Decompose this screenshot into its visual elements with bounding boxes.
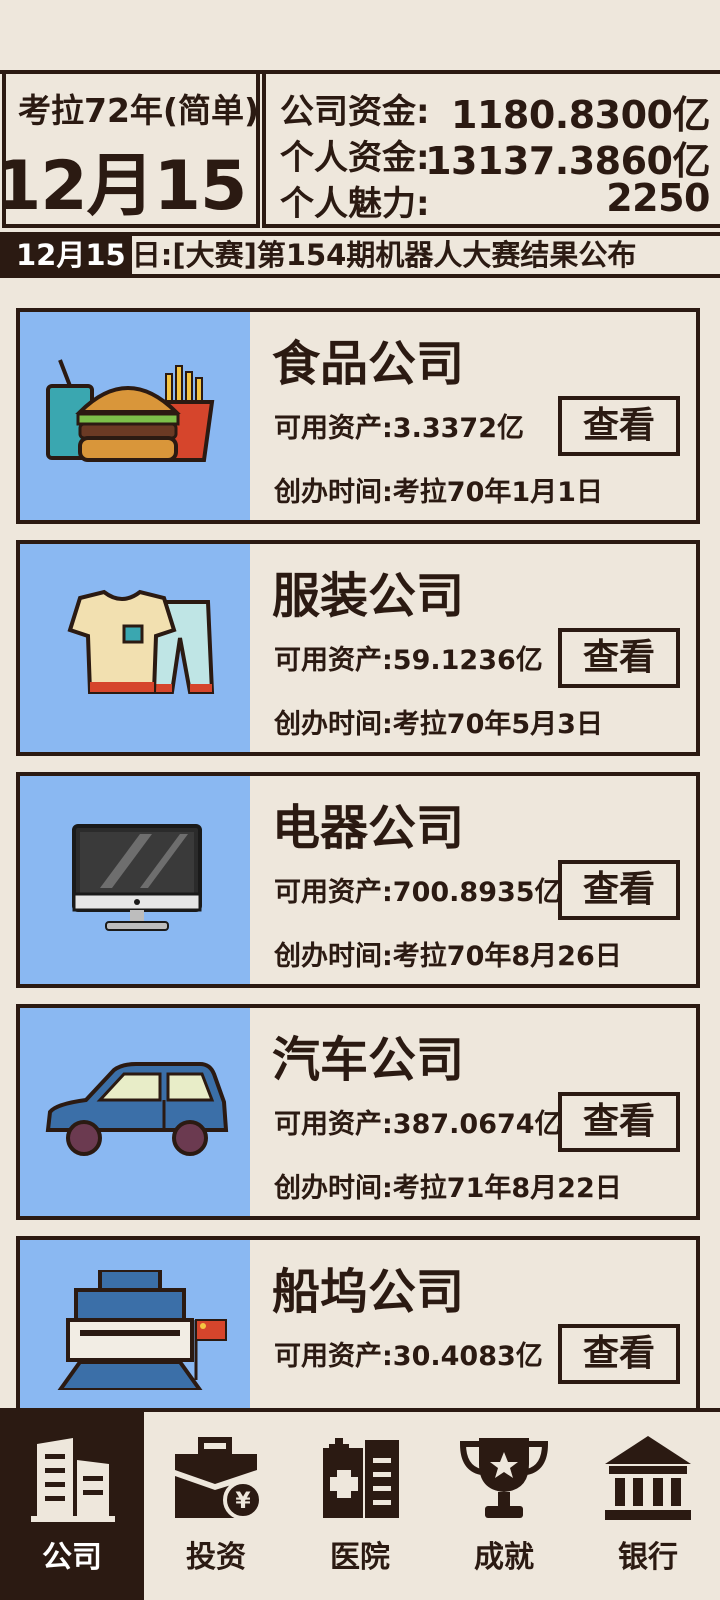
company-assets: 可用资产:387.0674亿 [274,1109,562,1140]
view-button[interactable]: 查看 [558,860,680,920]
company-assets: 可用资产:30.4083亿 [274,1341,543,1372]
company-card-shipyard[interactable]: 船坞公司 可用资产:30.4083亿 查看 [16,1236,700,1410]
view-button[interactable]: 查看 [558,628,680,688]
company-card-auto[interactable]: 汽车公司 可用资产:387.0674亿 创办时间:考拉71年8月22日 查看 [16,1004,700,1220]
company-founded: 创办时间:考拉70年5月3日 [274,709,603,740]
nav-label: 公司 [42,1540,102,1575]
status-header: 考拉72年(简单) 12月15日 公司资金: 1180.8300亿 个人资金: … [0,70,720,236]
company-assets: 可用资产:700.8935亿 [274,877,562,908]
company-founded: 创办时间:考拉70年1月1日 [274,477,603,508]
trophy-icon [459,1438,549,1518]
date-panel: 考拉72年(简单) 12月15日 [2,74,260,228]
company-card-electronics[interactable]: 电器公司 可用资产:700.8935亿 创办时间:考拉70年8月26日 查看 [16,772,700,988]
company-image [20,544,250,752]
charisma-row: 个人魅力: 2250 [280,176,710,224]
ship-icon [57,1270,227,1390]
view-button[interactable]: 查看 [558,1324,680,1384]
company-name: 船坞公司 [272,1264,465,1320]
nav-label: 成就 [474,1540,534,1575]
bottom-nav: 公司 ¥ 投资 医院 成就 银行 [0,1408,720,1600]
nav-label: 银行 [618,1540,678,1575]
company-list[interactable]: 食品公司 可用资产:3.3372亿 创办时间:考拉70年1月1日 查看 服装公司 [0,300,720,1410]
company-founded: 创办时间:考拉70年8月26日 [274,941,622,972]
monitor-icon [72,824,202,931]
company-assets: 可用资产:3.3372亿 [274,413,524,444]
charisma-value: 2250 [606,176,710,220]
view-button[interactable]: 查看 [558,396,680,456]
company-founded: 创办时间:考拉71年8月22日 [274,1173,622,1204]
company-image [20,776,250,984]
personal-funds-label: 个人资金: [280,138,430,178]
building-icon [31,1438,115,1522]
company-funds-label: 公司资金: [280,92,430,132]
charisma-label: 个人魅力: [280,184,430,224]
company-image [20,1008,250,1216]
burger-icon [46,359,215,462]
svg-text:¥: ¥ [235,1489,251,1514]
personal-funds-row: 个人资金: 13137.3860亿 [280,130,710,183]
company-card-clothing[interactable]: 服装公司 可用资产:59.1236亿 创办时间:考拉70年5月3日 查看 [16,540,700,756]
car-icon [45,1062,229,1156]
company-assets: 可用资产:59.1236亿 [274,645,543,676]
nav-item-invest[interactable]: ¥ 投资 [144,1412,288,1600]
briefcase-yen-icon: ¥ [175,1437,261,1520]
company-image [20,1240,250,1410]
nav-item-hospital[interactable]: 医院 [288,1412,432,1600]
nav-label: 投资 [186,1540,246,1575]
news-date: 12月15 [0,236,132,274]
company-card-food[interactable]: 食品公司 可用资产:3.3372亿 创办时间:考拉70年1月1日 查看 [16,308,700,524]
clothes-icon [67,589,215,694]
company-name: 食品公司 [272,336,465,392]
funds-panel: 公司资金: 1180.8300亿 个人资金: 13137.3860亿 个人魅力:… [262,74,720,228]
company-image [20,312,250,520]
nav-item-achievements[interactable]: 成就 [432,1412,576,1600]
hospital-icon [323,1438,399,1518]
nav-item-bank[interactable]: 银行 [576,1412,720,1600]
company-funds-row: 公司资金: 1180.8300亿 [280,84,710,137]
company-name: 电器公司 [272,800,465,856]
company-name: 汽车公司 [272,1032,465,1088]
nav-label: 医院 [330,1540,390,1575]
view-button[interactable]: 查看 [558,1092,680,1152]
year-label: 考拉72年(简单) [18,91,260,130]
nav-item-company[interactable]: 公司 [0,1412,144,1600]
bank-icon [605,1436,691,1520]
company-name: 服装公司 [272,568,465,624]
app-screen: 考拉72年(简单) 12月15日 公司资金: 1180.8300亿 个人资金: … [0,0,720,1600]
day-label: 12月15日 [2,147,256,226]
news-ticker[interactable]: 12月15 日:[大赛]第154期机器人大赛结果公布 [0,232,720,278]
news-text: 日:[大赛]第154期机器人大赛结果公布 [131,238,637,272]
